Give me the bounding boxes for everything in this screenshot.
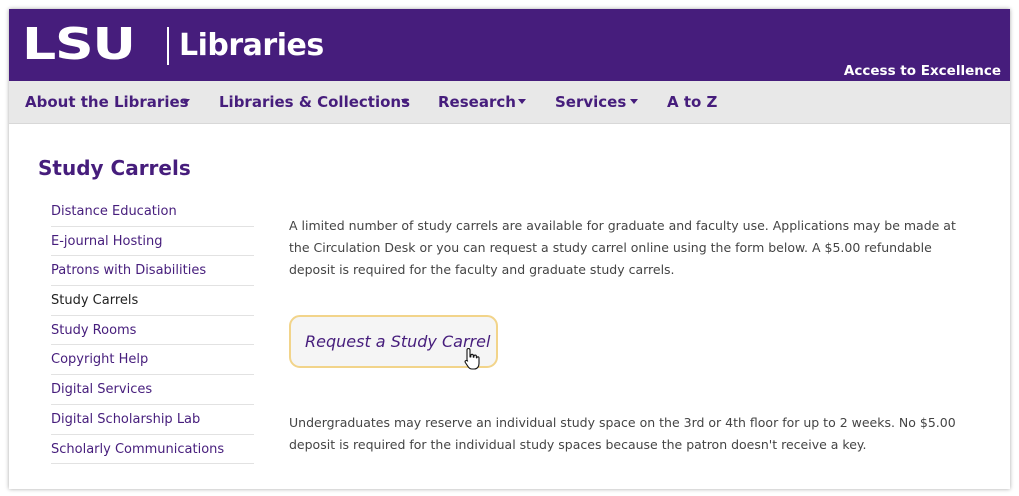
request-button-label: Request a Study Carrel <box>305 332 491 351</box>
sidebar-item-study-carrels[interactable]: Study Carrels <box>51 286 254 316</box>
nav-item-research[interactable]: Research <box>438 81 516 123</box>
sidebar-nav: Distance Education E-journal Hosting Pat… <box>51 197 254 465</box>
page-title: Study Carrels <box>38 156 191 180</box>
chevron-down-icon[interactable] <box>518 99 526 104</box>
sidebar-item-patrons-with-disabilities[interactable]: Patrons with Disabilities <box>51 256 254 287</box>
nav-item-libraries-collections[interactable]: Libraries & Collections <box>219 81 410 123</box>
chevron-down-icon[interactable] <box>630 99 638 104</box>
main-nav: About the Libraries Libraries & Collecti… <box>9 81 1010 124</box>
sidebar-item-digital-services[interactable]: Digital Services <box>51 375 254 405</box>
nav-item-label: Services <box>555 93 627 111</box>
nav-item-label: About the Libraries <box>25 93 189 111</box>
undergraduate-paragraph: Undergraduates may reserve an individual… <box>289 415 956 452</box>
sidebar-item-copyright-help[interactable]: Copyright Help <box>51 345 254 376</box>
chevron-down-icon[interactable] <box>401 99 409 104</box>
chevron-down-icon[interactable] <box>182 99 190 104</box>
site-header: LSU Libraries Access to Excellence <box>9 9 1010 81</box>
nav-item-a-to-z[interactable]: A to Z <box>667 81 717 123</box>
nav-item-about[interactable]: About the Libraries <box>25 81 189 123</box>
logo-divider <box>167 27 169 65</box>
hand-pointer-icon <box>464 347 480 370</box>
tagline: Access to Excellence <box>843 63 1001 79</box>
nav-item-label: A to Z <box>667 93 718 111</box>
nav-item-label: Research <box>438 93 516 111</box>
nav-item-label: Libraries & Collections <box>219 93 411 111</box>
sidebar-item-scholarly-communications[interactable]: Scholarly Communications <box>51 435 254 465</box>
sidebar-item-distance-education[interactable]: Distance Education <box>51 197 254 227</box>
intro-paragraph: A limited number of study carrels are av… <box>289 218 956 277</box>
lsu-logo[interactable]: LSU <box>22 23 136 67</box>
sidebar-item-study-rooms[interactable]: Study Rooms <box>51 316 254 346</box>
sidebar-item-e-journal-hosting[interactable]: E-journal Hosting <box>51 227 254 257</box>
site-name[interactable]: Libraries <box>179 28 324 64</box>
browser-page: LSU Libraries Access to Excellence About… <box>9 9 1010 489</box>
nav-item-services[interactable]: Services <box>555 81 626 123</box>
sidebar-item-digital-scholarship-lab[interactable]: Digital Scholarship Lab <box>51 405 254 435</box>
